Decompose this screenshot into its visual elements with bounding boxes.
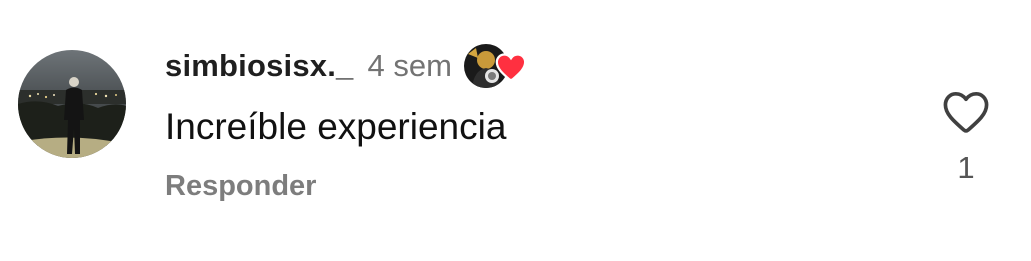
- like-count: 1: [957, 150, 975, 185]
- heart-outline-icon: [943, 91, 989, 133]
- comment-text: Increíble experiencia: [165, 106, 507, 147]
- username-link[interactable]: simbiosisx._: [165, 48, 354, 84]
- comment-meta: simbiosisx._ 4 sem: [165, 38, 532, 94]
- avatar[interactable]: [18, 50, 126, 158]
- avatar-image: [18, 50, 126, 158]
- heart-filled-icon: [495, 53, 527, 82]
- creator-liked-badge: [463, 42, 532, 90]
- reply-button[interactable]: Responder: [165, 170, 316, 203]
- timestamp: 4 sem: [367, 48, 452, 83]
- like-button[interactable]: [940, 86, 992, 138]
- comment-item: simbiosisx._ 4 sem Increíble experiencia…: [0, 0, 1031, 261]
